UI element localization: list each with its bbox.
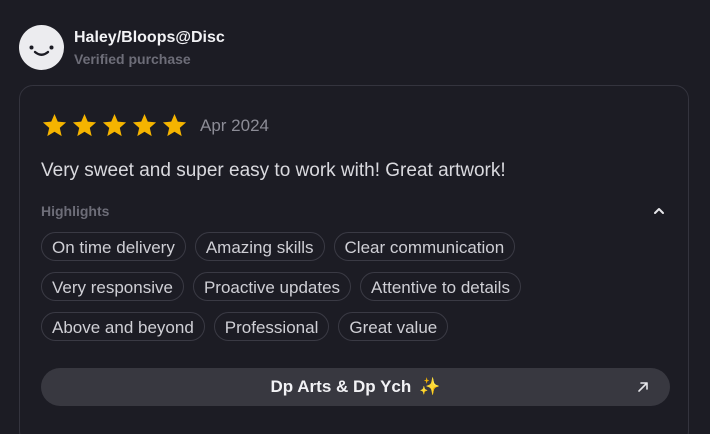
review-item: Haley/Bloops@Disc Verified purchase Apr … [0,0,710,434]
highlight-chip: Clear communication [333,232,516,261]
gig-title: Dp Arts & Dp Ych [270,377,412,396]
star-rating [41,112,188,139]
reviewer-header: Haley/Bloops@Disc Verified purchase [19,25,225,70]
highlight-chip: Attentive to details [360,272,521,301]
sparkles-icon: ✨ [419,377,441,396]
arrow-up-right-icon [638,382,648,392]
highlight-chip: Great value [338,312,449,341]
highlight-chip-row: Very responsive Proactive updates Attentiv… [41,272,641,301]
highlight-chip: Proactive updates [192,272,352,301]
verified-purchase-label: Verified purchase [74,50,191,67]
highlights-label: Highlights [41,203,110,219]
review-date: Apr 2024 [200,115,269,135]
highlight-chip: Above and beyond [41,312,205,341]
highlight-chip: On time delivery [41,232,186,261]
highlight-chip-row: On time delivery Amazing skills Clear comm… [41,232,641,261]
collapse-highlights-button[interactable] [652,204,666,218]
star-icon [132,114,157,137]
review-card: Apr 2024 Very sweet and super easy to wo… [19,85,689,434]
star-icon [72,114,97,137]
star-icon [162,114,187,137]
highlight-chip: Very responsive [41,272,184,301]
star-icon [102,114,127,137]
star-icon [42,114,67,137]
review-text: Very sweet and super easy to work with! … [41,160,506,181]
avatar[interactable] [19,25,64,70]
rating-row: Apr 2024 [41,112,269,139]
reviewer-name[interactable]: Haley/Bloops@Disc [74,28,225,48]
highlight-chip: Amazing skills [194,232,325,261]
gig-link-button[interactable]: Dp Arts & Dp Ych ✨ [41,368,670,406]
smiley-face-icon [29,45,54,56]
highlight-chips: On time delivery Amazing skills Clear comm… [41,232,641,352]
chevron-up-icon [654,208,664,214]
highlight-chip: Professional [213,312,330,341]
highlight-chip-row: Above and beyond Professional Great value [41,312,641,341]
